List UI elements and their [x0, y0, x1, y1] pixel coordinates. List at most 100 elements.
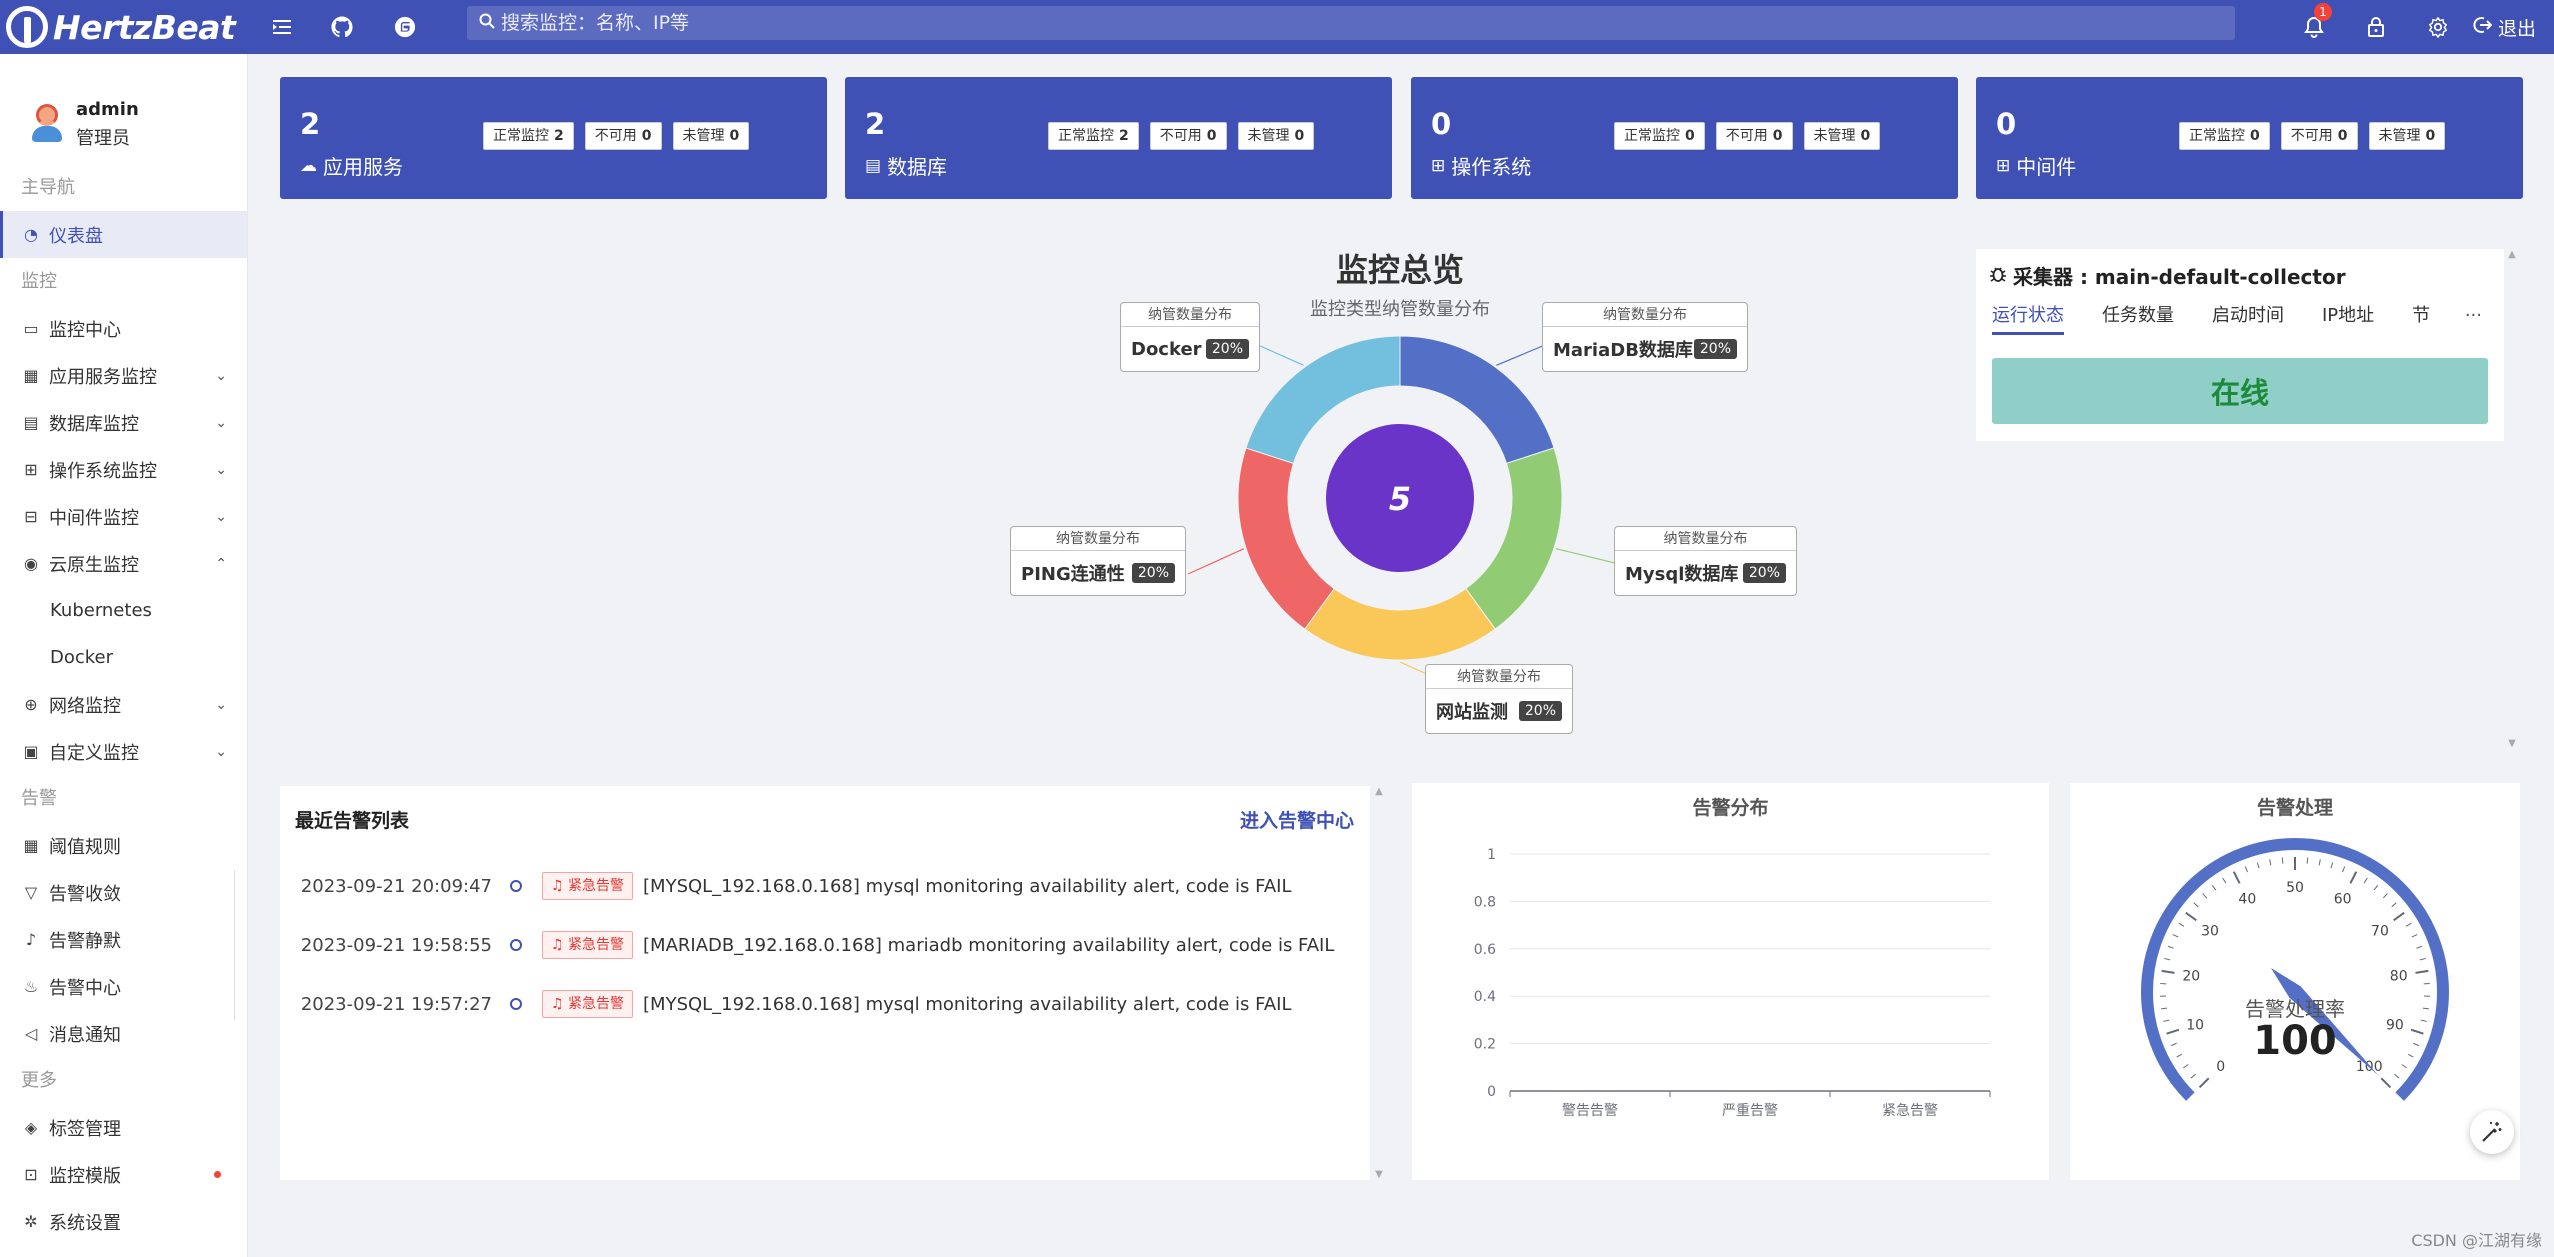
gauge-minor-tick [2190, 1073, 2196, 1079]
sidebar-item-notice[interactable]: ◁ 消息通知 [0, 1010, 247, 1057]
logout-button[interactable]: 退出 [2472, 14, 2536, 41]
alert-handling-panel: 告警处理 0102030405060708090100告警处理率100 [2070, 783, 2520, 1180]
logout-label: 退出 [2497, 17, 2536, 40]
alert-level-tag: ♫ 紧急告警 [542, 931, 634, 959]
slice-percent: 20% [1131, 563, 1175, 583]
y-tick-label: 1 [1487, 847, 1496, 863]
sidebar-item-middleware[interactable]: ⊟ 中间件监控 ⌄ [0, 493, 247, 540]
github-icon[interactable] [322, 7, 362, 47]
gauge-major-tick [2410, 1028, 2424, 1035]
card-count: 2 [865, 107, 886, 141]
sidebar-item-kubernetes[interactable]: Kubernetes [0, 587, 247, 634]
sidebar-item-cloud-native[interactable]: ◉ 云原生监控 ⌃ [0, 540, 247, 587]
sidebar-item-network[interactable]: ⊕ 网络监控 ⌄ [0, 681, 247, 728]
donut-callout-website: 纳管数量分布 网站监测 20% [1425, 664, 1573, 734]
sidebar-item-converge[interactable]: ▽ 告警收敛 [0, 869, 247, 916]
sidebar-item-alert-center[interactable]: ♨ 告警中心 [0, 963, 247, 1010]
magic-wand-fab[interactable] [2470, 1110, 2514, 1154]
sidebar-item-threshold[interactable]: ▦ 阈值规则 [0, 822, 247, 869]
sidebar-item-settings[interactable]: ✲ 系统设置 [0, 1198, 247, 1245]
sidebar-item-custom[interactable]: ▣ 自定义监控 ⌄ [0, 728, 247, 775]
sidebar-item-os[interactable]: ⊞ 操作系统监控 ⌄ [0, 446, 247, 493]
alert-row[interactable]: 2023-09-21 19:57:27 ♫ 紧急告警 [MYSQL_192.16… [280, 984, 1370, 1024]
tab-node[interactable]: 节 [2412, 297, 2430, 335]
y-tick-label: 0.8 [1474, 894, 1496, 910]
appstore-icon: ⊞ [1996, 155, 2011, 176]
sidebar-item-label: 云原生监控 [49, 554, 139, 576]
settings-gear-icon[interactable] [2418, 7, 2458, 47]
notification-badge: 1 [2313, 3, 2332, 21]
stat-card-app-service[interactable]: 2 ☁ 应用服务 正常监控 2 不可用 0 未管理 0 [280, 77, 827, 199]
search-bar[interactable] [467, 6, 2235, 40]
logo-icon [6, 6, 48, 48]
tab-start-time[interactable]: 启动时间 [2212, 297, 2284, 335]
logo[interactable]: HertzBeat [0, 6, 248, 48]
gauge-minor-tick [2420, 1019, 2427, 1022]
stat-card-database[interactable]: 2 ▤ 数据库 正常监控 2 不可用 0 未管理 0 [845, 77, 1392, 199]
alert-row[interactable]: 2023-09-21 19:58:55 ♫ 紧急告警 [MARIADB_192.… [280, 925, 1370, 965]
alert-message: [MYSQL_192.168.0.168] mysql monitoring a… [643, 993, 1292, 1015]
chevron-down-icon: ⌄ [215, 461, 227, 478]
donut-leader-line [1257, 344, 1304, 366]
sidebar-item-dashboard[interactable]: ◔ 仪表盘 [0, 211, 247, 258]
bell-icon: ♫ [551, 996, 564, 1012]
slice-label: Docker [1131, 338, 1202, 360]
gauge-minor-tick [2422, 1007, 2429, 1010]
sidebar-item-docker[interactable]: Docker [0, 634, 247, 681]
user-profile[interactable]: admin 管理员 [0, 54, 247, 164]
gauge-tick-label: 60 [2334, 891, 2352, 907]
sidebar-item-label: Kubernetes [50, 600, 152, 621]
collector-tabs: 运行状态 任务数量 启动时间 IP地址 节 [1992, 297, 2430, 337]
gauge-minor-tick [2176, 1053, 2183, 1058]
tabs-more-button[interactable]: ··· [2465, 297, 2482, 335]
sidebar-item-label: 系统设置 [49, 1212, 121, 1234]
tab-task-count[interactable]: 任务数量 [2102, 297, 2174, 335]
alert-time: 2023-09-21 19:57:27 [300, 993, 492, 1015]
alert-center-link[interactable]: 进入告警中心 [1240, 806, 1354, 833]
alerts-scrollbar[interactable]: ▲ ▼ [1372, 786, 1386, 1180]
search-icon [479, 13, 495, 33]
sidebar-item-silence[interactable]: ♪ 告警静默 [0, 916, 247, 963]
sidebar-item-database[interactable]: ▤ 数据库监控 ⌄ [0, 399, 247, 446]
gitee-icon[interactable] [385, 7, 425, 47]
donut-callout-mysql: 纳管数量分布 Mysql数据库 20% [1614, 526, 1797, 596]
windows-icon: ⊞ [24, 460, 38, 479]
stat-card-middleware[interactable]: 0 ⊞ 中间件 正常监控 0 不可用 0 未管理 0 [1976, 77, 2523, 199]
alert-distribution-panel: 告警分布 1 0.8 0.6 0.4 0.2 0 警告告警 严重告警 紧急告警 [1412, 783, 2049, 1180]
top-bar: HertzBeat 1 退出 [0, 0, 2554, 54]
donut-slice [1304, 587, 1496, 661]
gauge-major-tick [2393, 911, 2405, 922]
user-role: 管理员 [76, 127, 130, 149]
collector-scrollbar[interactable]: ▲ ▼ [2504, 249, 2520, 749]
alert-message: [MYSQL_192.168.0.168] mysql monitoring a… [643, 875, 1292, 897]
gauge-minor-tick [2222, 877, 2227, 884]
card-count: 0 [1996, 107, 2017, 141]
stat-card-os[interactable]: 0 ⊞ 操作系统 正常监控 0 不可用 0 未管理 0 [1411, 77, 1958, 199]
sidebar-item-templates[interactable]: ⊡ 监控模版 [0, 1151, 247, 1198]
gauge-minor-tick [2407, 1053, 2414, 1058]
gauge-tick-label: 40 [2238, 891, 2256, 907]
sidebar-item-label: 中间件监控 [49, 507, 139, 529]
alert-row[interactable]: 2023-09-21 20:09:47 ♫ 紧急告警 [MYSQL_192.16… [280, 866, 1370, 906]
tab-ip-address[interactable]: IP地址 [2322, 297, 2374, 335]
y-tick-label: 0 [1487, 1084, 1496, 1100]
notification-bell[interactable]: 1 [2294, 3, 2334, 47]
sidebar-item-monitor-center[interactable]: ▭ 监控中心 [0, 305, 247, 352]
gauge-minor-tick [2172, 934, 2179, 938]
y-tick-label: 0.6 [1474, 942, 1496, 958]
gauge-major-tick [2198, 1077, 2210, 1089]
tab-running-status[interactable]: 运行状态 [1992, 297, 2064, 335]
alert-level-tag: ♫ 紧急告警 [542, 990, 634, 1018]
sidebar-item-label: 告警静默 [49, 930, 121, 952]
search-input[interactable] [501, 12, 2235, 34]
unmanaged-tag: 未管理 0 [1237, 122, 1315, 150]
lock-icon[interactable] [2356, 7, 2396, 47]
gauge-minor-tick [2413, 1042, 2420, 1047]
setting-icon: ✲ [24, 1212, 38, 1231]
sidebar-item-tags[interactable]: ◈ 标签管理 [0, 1104, 247, 1151]
menu-toggle-icon[interactable] [262, 7, 302, 47]
gauge-tick-label: 80 [2390, 969, 2408, 985]
collector-panel: 采集器 : main-default-collector 运行状态 任务数量 启… [1976, 249, 2504, 441]
sidebar-item-app-service[interactable]: ▦ 应用服务监控 ⌄ [0, 352, 247, 399]
recent-alerts-panel: 最近告警列表 进入告警中心 2023-09-21 20:09:47 ♫ 紧急告警… [280, 786, 1370, 1180]
